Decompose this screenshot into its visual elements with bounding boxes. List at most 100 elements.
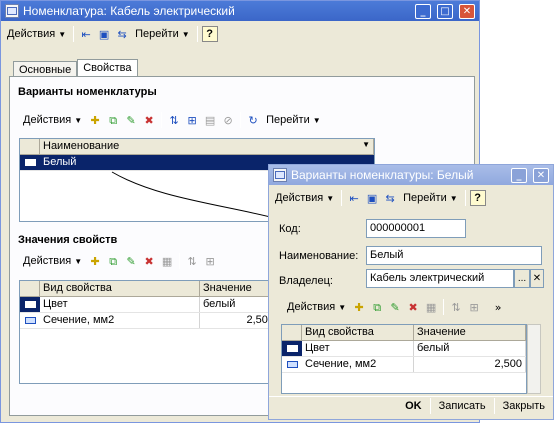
header-icon-column bbox=[20, 281, 40, 296]
edit-icon[interactable]: ✎ bbox=[387, 299, 403, 315]
column-label: Наименование bbox=[43, 140, 120, 152]
footer-separator bbox=[429, 398, 431, 414]
refresh-arrows-icon[interactable]: ⇆ bbox=[114, 26, 130, 42]
history-icon[interactable]: ↻ bbox=[245, 112, 261, 128]
table-row[interactable]: Сечение, мм2 2,500 bbox=[282, 357, 526, 373]
delete-icon[interactable]: ✖ bbox=[141, 112, 157, 128]
dialog-properties-table[interactable]: Вид свойства Значение Цвет белый Сечение… bbox=[281, 324, 527, 394]
footer-separator bbox=[493, 398, 495, 414]
code-field[interactable]: 000000001 bbox=[366, 219, 466, 238]
prev-arrow-icon[interactable]: ⇤ bbox=[346, 190, 362, 206]
variants-toolbar: Действия ▼ ✚ ⧉ ✎ ✖ ⇅ ⊞ ▤ ⊘ ↻ Перейти ▼ bbox=[17, 109, 417, 131]
minimize-button[interactable]: _ bbox=[511, 167, 527, 183]
clear-filter-icon: ⊘ bbox=[223, 113, 233, 127]
properties-toolbar: Действия ▼ ✚ ⧉ ✎ ✖ ▦ ⇅ ⊞ bbox=[17, 250, 277, 272]
name-label: Наименование: bbox=[279, 250, 359, 262]
help-button[interactable]: ? bbox=[201, 26, 218, 42]
header-name-column[interactable]: Наименование ▼ bbox=[40, 139, 374, 154]
goto-label: Перейти bbox=[135, 28, 179, 40]
window-icon bbox=[5, 4, 19, 18]
close-button[interactable]: ✕ bbox=[459, 3, 475, 19]
table-row[interactable]: Цвет белый bbox=[282, 341, 526, 357]
row-element-icon bbox=[20, 155, 40, 170]
copy-icon[interactable]: ⧉ bbox=[369, 299, 385, 315]
filter-icon: ⊞ bbox=[205, 254, 215, 268]
dialog-table-scrollbar[interactable] bbox=[527, 324, 541, 394]
prev-arrow-icon[interactable]: ⇤ bbox=[78, 26, 94, 42]
actions-menu-button[interactable]: Действия ▼ bbox=[4, 25, 69, 43]
delete-icon[interactable]: ✖ bbox=[405, 299, 421, 315]
close-dialog-button[interactable]: Закрыть bbox=[497, 398, 551, 414]
minimize-button[interactable]: _ bbox=[415, 3, 431, 19]
main-toolbar: Действия ▼ ⇤ ▣ ⇆ Перейти ▼ ? bbox=[1, 23, 479, 45]
actions-label: Действия bbox=[7, 28, 56, 40]
table-row[interactable]: Сечение, мм2 2,500 bbox=[20, 313, 278, 329]
header-value-column[interactable]: Значение bbox=[200, 281, 278, 296]
sort-icon[interactable]: ⇅ bbox=[166, 112, 182, 128]
delete-icon[interactable]: ✖ bbox=[141, 253, 157, 269]
dialog-window-title: Варианты номенклатуры: Белый bbox=[291, 168, 474, 182]
property-icon bbox=[20, 313, 40, 328]
toolbar-separator bbox=[179, 253, 181, 269]
properties-actions-button[interactable]: Действия ▼ bbox=[20, 252, 85, 270]
help-button[interactable]: ? bbox=[469, 190, 486, 206]
more-chevron-icon[interactable]: » bbox=[490, 299, 506, 315]
dialog-props-actions-button[interactable]: Действия ▼ bbox=[284, 298, 349, 316]
edit-icon[interactable]: ✎ bbox=[123, 253, 139, 269]
toolbar-separator bbox=[341, 190, 343, 206]
owner-clear-button[interactable]: ✕ bbox=[530, 269, 544, 288]
save-icon: ▦ bbox=[161, 254, 173, 268]
toolbar-separator bbox=[161, 112, 163, 128]
variants-goto-button[interactable]: Перейти ▼ bbox=[263, 111, 324, 129]
owner-field[interactable]: Кабель электрический bbox=[366, 269, 514, 288]
main-window-title: Номенклатура: Кабель электрический bbox=[23, 4, 235, 18]
property-name-cell: Сечение, мм2 bbox=[302, 357, 414, 372]
structure-icon[interactable]: ▣ bbox=[96, 26, 112, 42]
refresh-arrows-icon[interactable]: ⇆ bbox=[382, 190, 398, 206]
window-icon bbox=[273, 168, 287, 182]
header-property-column[interactable]: Вид свойства bbox=[40, 281, 200, 296]
goto-label: Перейти bbox=[403, 192, 447, 204]
filter-icon[interactable]: ⊞ bbox=[184, 112, 200, 128]
close-button[interactable]: ✕ bbox=[533, 167, 549, 183]
property-value-cell: 2,500 bbox=[200, 313, 278, 328]
save-button[interactable]: Записать bbox=[433, 398, 492, 414]
dialog-titlebar[interactable]: Варианты номенклатуры: Белый _ ✕ bbox=[269, 165, 553, 185]
dialog-properties-toolbar: Действия ▼ ✚ ⧉ ✎ ✖ ▦ ⇅ ⊞ » bbox=[281, 296, 555, 318]
dialog-properties-header: Вид свойства Значение bbox=[282, 325, 526, 341]
name-field[interactable]: Белый bbox=[366, 246, 542, 265]
edit-icon[interactable]: ✎ bbox=[123, 112, 139, 128]
dialog-footer-divider bbox=[269, 396, 553, 397]
property-name-cell: Цвет bbox=[40, 297, 200, 312]
copy-icon[interactable]: ⧉ bbox=[105, 112, 121, 128]
toolbar-separator bbox=[73, 26, 75, 42]
filter-list-icon[interactable]: ▤ bbox=[202, 112, 218, 128]
dialog-toolbar: Действия ▼ ⇤ ▣ ⇆ Перейти ▼ ? bbox=[269, 187, 553, 209]
goto-menu-button[interactable]: Перейти ▼ bbox=[132, 25, 193, 43]
main-titlebar[interactable]: Номенклатура: Кабель электрический _ □ ✕ bbox=[1, 1, 479, 21]
table-row[interactable]: Цвет белый bbox=[20, 297, 278, 313]
header-value-column[interactable]: Значение bbox=[414, 325, 526, 340]
header-property-column[interactable]: Вид свойства bbox=[302, 325, 414, 340]
property-value-cell: белый bbox=[414, 341, 526, 356]
structure-icon[interactable]: ▣ bbox=[364, 190, 380, 206]
add-icon[interactable]: ✚ bbox=[87, 253, 103, 269]
maximize-button[interactable]: □ bbox=[437, 3, 453, 19]
goto-label: Перейти bbox=[266, 114, 310, 126]
dialog-goto-button[interactable]: Перейти ▼ bbox=[400, 189, 461, 207]
properties-table[interactable]: Вид свойства Значение Цвет белый Сечение… bbox=[19, 280, 279, 384]
dialog-actions-button[interactable]: Действия ▼ bbox=[272, 189, 337, 207]
add-icon[interactable]: ✚ bbox=[87, 112, 103, 128]
property-value-cell: белый bbox=[200, 297, 278, 312]
owner-label: Владелец: bbox=[279, 275, 333, 287]
property-icon bbox=[20, 297, 40, 312]
property-value-cell: 2,500 bbox=[414, 357, 526, 372]
owner-select-button[interactable]: ... bbox=[514, 269, 530, 288]
variant-dialog: Варианты номенклатуры: Белый _ ✕ Действи… bbox=[268, 164, 554, 420]
copy-icon[interactable]: ⧉ bbox=[105, 253, 121, 269]
ok-button[interactable]: OK bbox=[399, 398, 428, 414]
add-icon[interactable]: ✚ bbox=[351, 299, 367, 315]
actions-label: Действия bbox=[275, 192, 324, 204]
actions-label: Действия bbox=[287, 301, 336, 313]
variants-actions-button[interactable]: Действия ▼ bbox=[20, 111, 85, 129]
